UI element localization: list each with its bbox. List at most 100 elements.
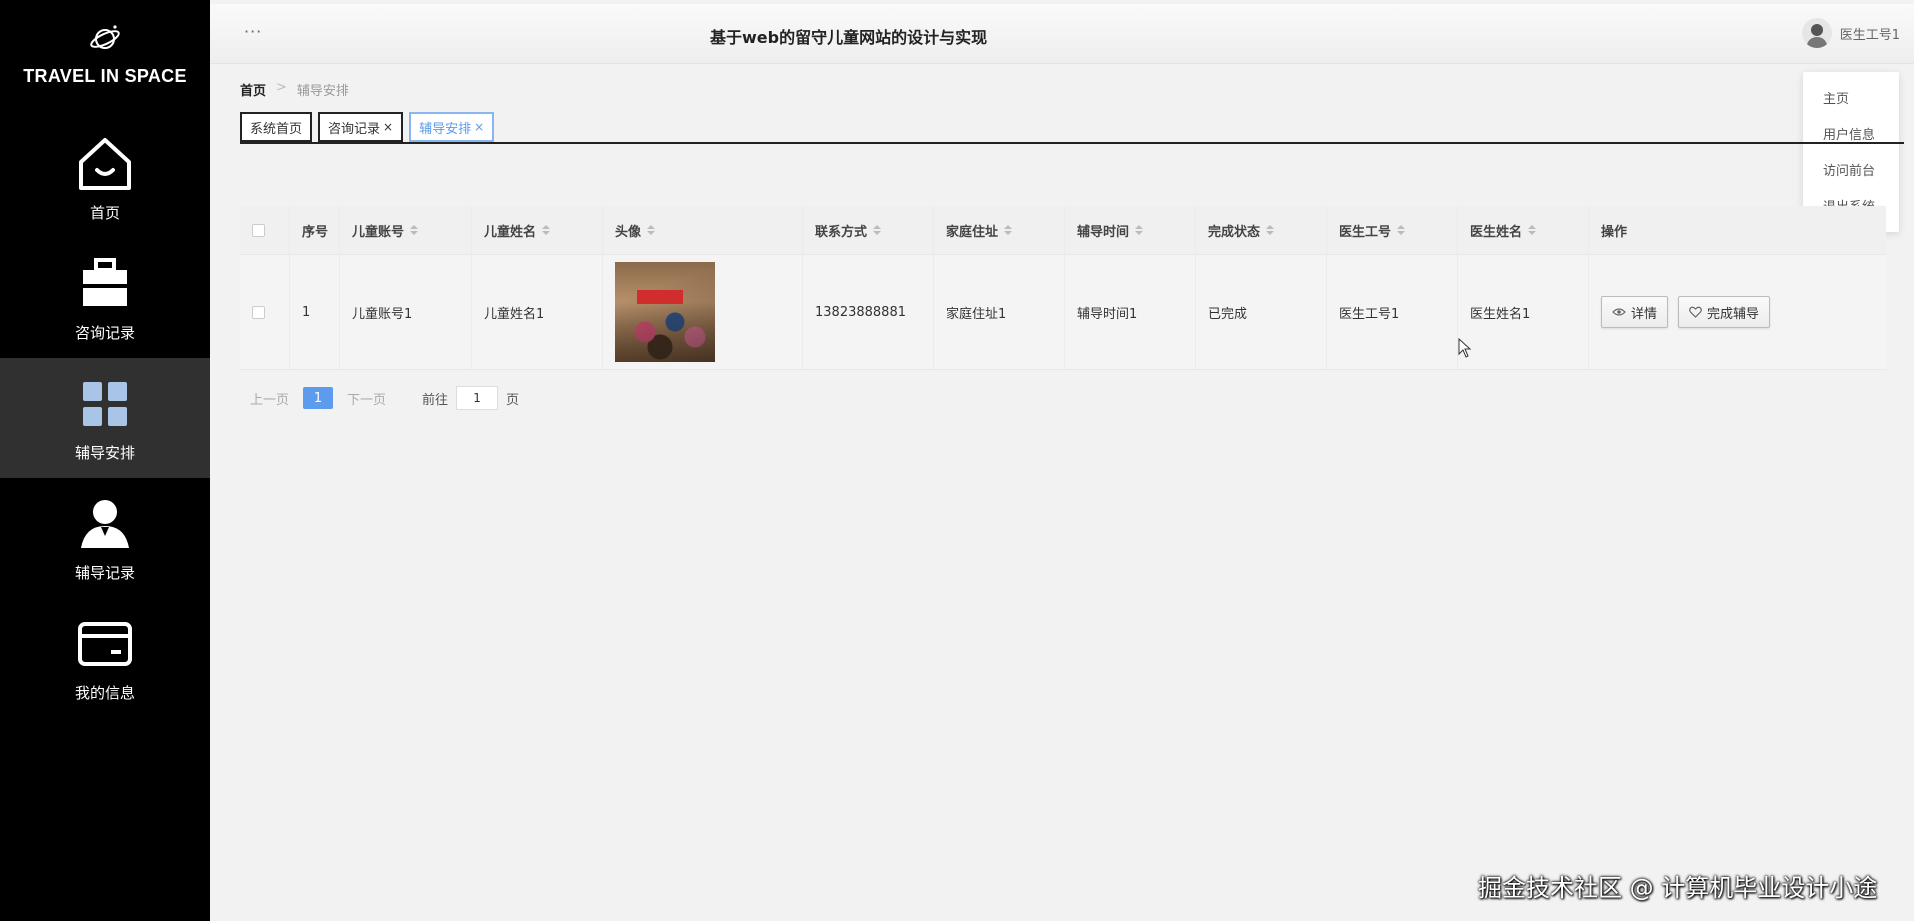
cell-doctor-id: 医生工号1 [1327, 255, 1458, 369]
page-number-current[interactable]: 1 [303, 387, 334, 409]
column-header-tutor-time[interactable]: 辅导时间 [1065, 206, 1196, 254]
column-header-phone[interactable]: 联系方式 [803, 206, 934, 254]
sort-icon[interactable] [647, 225, 656, 235]
close-icon[interactable]: × [383, 120, 393, 134]
column-header-index: 序号 [290, 206, 340, 254]
tab-consult-records[interactable]: 咨询记录 × [318, 112, 404, 142]
column-header-label: 序号 [302, 224, 329, 240]
column-header-label: 联系方式 [815, 224, 868, 240]
cell-phone: 13823888881 [803, 255, 934, 369]
sort-icon[interactable] [410, 225, 419, 235]
sort-icon[interactable] [873, 225, 882, 235]
pagination: 上一页 1 下一页 前往 页 [250, 386, 519, 410]
goto-page-input[interactable] [456, 386, 499, 410]
avatar-user-icon [1805, 24, 1828, 48]
column-header-label: 完成状态 [1208, 224, 1261, 240]
column-header-address[interactable]: 家庭住址 [934, 206, 1065, 254]
column-header-label: 医生工号 [1339, 224, 1392, 240]
cell-tutor-time: 辅导时间1 [1065, 255, 1196, 369]
next-page-button[interactable]: 下一页 [347, 389, 386, 408]
heart-icon [1689, 306, 1702, 318]
brand: TRAVEL IN SPACE [0, 22, 210, 87]
sort-icon[interactable] [1004, 225, 1013, 235]
table-header-row: 序号 儿童账号 儿童姓名 头像 联系方式 家庭住址 辅导时间 完成状态 医生工号… [240, 206, 1886, 254]
user-name: 医生工号1 [1839, 27, 1900, 43]
goto-suffix: 页 [506, 392, 520, 408]
close-icon[interactable]: × [474, 120, 484, 134]
breadcrumb-separator: > [276, 80, 287, 95]
complete-button-label: 完成辅导 [1707, 306, 1760, 322]
table-row: 1 儿童账号1 儿童姓名1 13823888881 家庭住址1 辅导时间1 已完… [240, 254, 1886, 370]
user-icon [81, 499, 129, 548]
prev-page-button[interactable]: 上一页 [250, 389, 289, 408]
briefcase-icon [83, 257, 127, 306]
goto-page: 前往 页 [422, 386, 519, 410]
brand-name: TRAVEL IN SPACE [23, 66, 187, 86]
breadcrumb-home[interactable]: 首页 [240, 80, 266, 99]
cell-index: 1 [290, 255, 340, 369]
watermark: 掘金技术社区 @ 计算机毕业设计小途 [1478, 874, 1878, 902]
column-header-label: 儿童账号 [352, 224, 405, 240]
column-header-label: 头像 [615, 224, 642, 240]
column-header-doctor-name[interactable]: 医生姓名 [1458, 206, 1589, 254]
column-header-child-account[interactable]: 儿童账号 [340, 206, 472, 254]
sidebar-item-tutor-schedule[interactable]: 辅导安排 [0, 358, 210, 478]
sidebar-item-my-info[interactable]: 我的信息 [0, 598, 210, 718]
column-header-status[interactable]: 完成状态 [1196, 206, 1327, 254]
complete-tutoring-button[interactable]: 完成辅导 [1678, 296, 1771, 328]
tab-bar: 系统首页 咨询记录 × 辅导安排 × [240, 112, 495, 142]
data-table: 序号 儿童账号 儿童姓名 头像 联系方式 家庭住址 辅导时间 完成状态 医生工号… [240, 206, 1886, 370]
card-icon [78, 621, 132, 666]
breadcrumb: 首页 > 辅导安排 [240, 80, 349, 99]
avatar [1801, 18, 1832, 48]
sidebar-item-label: 辅导安排 [74, 443, 135, 462]
detail-button[interactable]: 详情 [1601, 296, 1669, 328]
cell-child-account: 儿童账号1 [340, 255, 472, 369]
sidebar-item-consult-records[interactable]: 咨询记录 [0, 238, 210, 358]
sidebar-item-label: 首页 [89, 203, 120, 222]
sidebar-item-home[interactable]: 首页 [0, 118, 210, 238]
mouse-cursor-icon [1458, 338, 1472, 358]
column-header-label: 操作 [1601, 224, 1628, 240]
sort-icon[interactable] [1528, 225, 1537, 235]
sidebar-item-label: 我的信息 [74, 683, 135, 702]
column-header-child-name[interactable]: 儿童姓名 [472, 206, 603, 254]
sidebar-item-label: 咨询记录 [74, 323, 135, 342]
column-header-label: 儿童姓名 [484, 224, 537, 240]
more-menu-icon[interactable]: ··· [244, 22, 262, 41]
select-all-checkbox[interactable] [252, 223, 265, 237]
dropdown-item-user-info[interactable]: 用户信息 [1803, 118, 1899, 154]
column-header-label: 医生姓名 [1470, 224, 1523, 240]
cell-avatar [603, 255, 803, 369]
cell-address: 家庭住址1 [934, 255, 1065, 369]
cell-status: 已完成 [1196, 255, 1327, 369]
user-menu[interactable]: 医生工号1 [1801, 18, 1900, 48]
avatar-photo[interactable] [615, 262, 715, 362]
column-header-avatar[interactable]: 头像 [603, 206, 803, 254]
sidebar-item-label: 辅导记录 [74, 563, 135, 582]
detail-button-label: 详情 [1631, 306, 1658, 322]
sidebar-item-tutor-records[interactable]: 辅导记录 [0, 478, 210, 598]
home-icon [79, 137, 131, 190]
column-header-label: 家庭住址 [946, 224, 999, 240]
tab-system-home[interactable]: 系统首页 [240, 112, 313, 142]
sort-icon[interactable] [1135, 225, 1144, 235]
planet-logo-icon [90, 25, 120, 49]
tab-label: 咨询记录 [328, 121, 381, 137]
sidebar-nav: 首页 咨询记录 辅导安排 辅导记录 我的信息 [0, 118, 210, 718]
column-header-doctor-id[interactable]: 医生工号 [1327, 206, 1458, 254]
dropdown-item-home[interactable]: 主页 [1803, 82, 1899, 118]
sort-icon[interactable] [1397, 225, 1406, 235]
page-title: 基于web的留守儿童网站的设计与实现 [710, 28, 988, 47]
column-header-label: 辅导时间 [1077, 224, 1130, 240]
sort-icon[interactable] [1266, 225, 1275, 235]
sort-icon[interactable] [542, 225, 551, 235]
tab-tutor-schedule[interactable]: 辅导安排 × [409, 112, 495, 142]
tab-label: 系统首页 [250, 121, 303, 137]
row-checkbox[interactable] [252, 305, 265, 319]
grid-icon [83, 381, 127, 426]
dropdown-item-visit-frontend[interactable]: 访问前台 [1803, 154, 1899, 190]
header-select-all [240, 206, 290, 254]
column-header-actions: 操作 [1589, 206, 1886, 254]
top-header: ··· 基于web的留守儿童网站的设计与实现 医生工号1 [210, 4, 1914, 64]
